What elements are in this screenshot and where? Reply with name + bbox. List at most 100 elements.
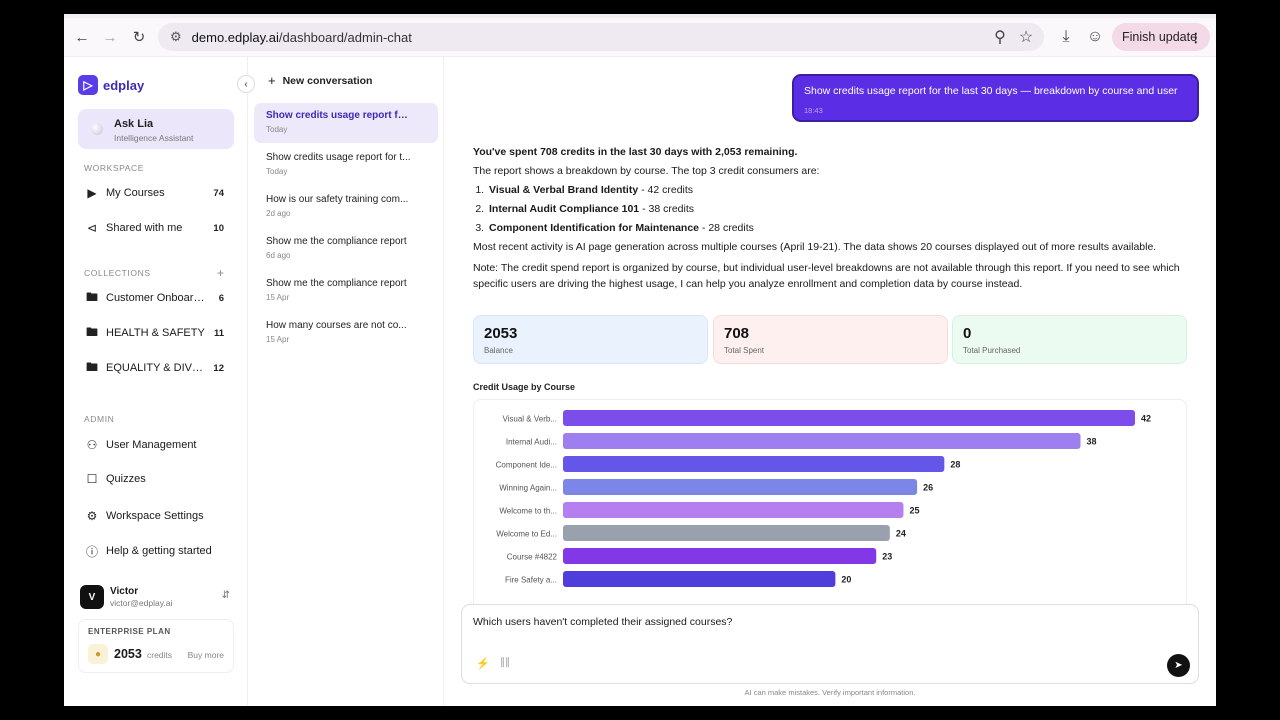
gear-icon: ⚙: [86, 509, 98, 523]
chart-bar[interactable]: [563, 433, 1081, 449]
bolt-icon[interactable]: ⚡: [476, 657, 490, 670]
address-bar[interactable]: ⚙ demo.edplay.ai/dashboard/admin-chat: [158, 23, 1044, 51]
profile-icon[interactable]: ☺: [1081, 23, 1109, 51]
conversation-title: Show credits usage report for t...: [266, 152, 411, 163]
users-icon: ⚇: [86, 438, 98, 452]
new-conversation-button[interactable]: + New conversation: [268, 73, 372, 88]
collections-section-label: COLLECTIONS: [84, 268, 151, 278]
conversation-title: How is our safety training com...: [266, 194, 409, 205]
logo-mark-icon: ▷: [78, 75, 98, 95]
sidebar-item-quizzes[interactable]: ☐ Quizzes: [84, 468, 224, 490]
user-name: Victor: [110, 586, 139, 597]
course-name: Visual & Verbal Brand Identity: [489, 184, 639, 196]
chart-bar[interactable]: [563, 502, 904, 518]
assistant-subtitle: Intelligence Assistant: [114, 133, 194, 143]
more-menu-icon[interactable]: ⋮: [1190, 30, 1203, 45]
url-host: demo.edplay.ai: [191, 29, 279, 45]
sidebar: ▷ edplay Ask Lia Intelligence Assistant …: [64, 57, 248, 706]
sidebar-item-label: Help & getting started: [106, 545, 212, 557]
answer-note: Note: The credit spend report is organiz…: [473, 262, 1180, 290]
chart-bar[interactable]: [563, 525, 890, 541]
folder-icon: 🖿: [85, 324, 98, 339]
chevron-updown-icon: ⇵: [221, 590, 230, 601]
sidebar-item-workspace-settings[interactable]: ⚙ Workspace Settings: [84, 505, 224, 527]
url-path: /dashboard/admin-chat: [278, 29, 412, 45]
collection-item[interactable]: 🖿 EQUALITY & DIVE... 12: [84, 357, 224, 379]
site-settings-icon[interactable]: ⚙: [170, 29, 182, 45]
download-icon[interactable]: ⤓: [1052, 23, 1080, 51]
finish-update-button[interactable]: Finish update ⋮: [1112, 23, 1210, 51]
ai-disclaimer: AI can make mistakes. Verify important i…: [744, 688, 916, 697]
send-button[interactable]: ➤: [1167, 654, 1190, 677]
chart-bar[interactable]: [563, 456, 945, 472]
conversation-item[interactable]: How many courses are not co... 15 Apr: [254, 313, 438, 353]
course-name: Internal Audit Compliance 101: [489, 203, 640, 215]
buy-more-link[interactable]: Buy more: [188, 650, 224, 660]
stat-label: Total Purchased: [963, 346, 1021, 355]
conversation-title: Show credits usage report for ...: [266, 110, 412, 121]
chart-value-label: 20: [841, 575, 851, 585]
ask-lia-button[interactable]: Ask Lia Intelligence Assistant: [78, 109, 234, 149]
chart-value-label: 26: [923, 483, 933, 493]
chart-value-label: 25: [909, 506, 919, 516]
list-item: Component Identification for Maintenance…: [487, 222, 1183, 235]
collapse-sidebar-icon[interactable]: ‹: [237, 75, 255, 93]
course-name: Component Identification for Maintenance: [489, 222, 700, 234]
user-message-bubble: Show credits usage report for the last 3…: [792, 74, 1199, 122]
plan-credits-unit: credits: [147, 650, 173, 660]
brand-logo[interactable]: ▷ edplay: [78, 75, 144, 95]
plan-card: ENTERPRISE PLAN ● 2053 credits Buy more: [78, 619, 234, 673]
new-conversation-label: New conversation: [282, 74, 373, 87]
chart-bar[interactable]: [563, 479, 918, 495]
brand-name: edplay: [103, 77, 145, 93]
browser-toolbar: ← → ↻ ⚙ demo.edplay.ai/dashboard/admin-c…: [64, 18, 1216, 56]
chart-bar[interactable]: [563, 571, 836, 587]
sidebar-item-help[interactable]: ⓘ Help & getting started: [84, 540, 224, 562]
reload-icon[interactable]: ↻: [125, 23, 153, 51]
collection-count: 12: [213, 362, 224, 374]
add-collection-icon[interactable]: +: [217, 266, 224, 280]
user-menu[interactable]: V Victor victor@edplay.ai ⇵: [78, 583, 234, 613]
top-consumers-list: Visual & Verbal Brand Identity - 42 cred…: [487, 184, 1183, 235]
collection-item[interactable]: 🖿 Customer Onboard... 6: [84, 287, 224, 309]
voice-wave-icon[interactable]: ∥∥: [500, 657, 510, 668]
sidebar-item-label: Workspace Settings: [106, 510, 204, 522]
conversation-item[interactable]: Show credits usage report for t... Today: [254, 145, 438, 185]
conversation-date: 15 Apr: [266, 293, 290, 302]
chart-bar[interactable]: [563, 548, 877, 564]
bookmark-star-icon[interactable]: ☆: [1012, 23, 1040, 51]
sidebar-item-user-management[interactable]: ⚇ User Management: [84, 434, 224, 456]
sidebar-item-label: Quizzes: [106, 473, 146, 485]
user-message-time: 18:43: [804, 106, 823, 115]
stat-card-purchased: 0 Total Purchased: [952, 315, 1187, 364]
sidebar-item-count: 74: [213, 187, 224, 199]
course-credits: - 28 credits: [699, 222, 754, 234]
folder-icon: 🖿: [85, 359, 98, 374]
message-input[interactable]: Which users haven't completed their assi…: [473, 616, 732, 628]
conversation-item[interactable]: Show me the compliance report 15 Apr: [254, 271, 438, 311]
stat-value: 0: [963, 325, 972, 342]
finish-update-label: Finish update: [1122, 30, 1198, 44]
sidebar-item-shared[interactable]: ⊲ Shared with me 10: [84, 217, 224, 239]
back-icon[interactable]: ←: [68, 23, 96, 51]
chart-category-label: Course #4822: [507, 553, 558, 562]
collection-label: HEALTH & SAFETY: [106, 327, 205, 339]
conversation-title: Show me the compliance report: [266, 236, 407, 247]
message-composer[interactable]: Which users haven't completed their assi…: [461, 604, 1199, 684]
conversation-item[interactable]: Show credits usage report for ... Today: [254, 103, 438, 143]
play-square-icon: ▶: [87, 186, 97, 200]
chart-bar[interactable]: [563, 410, 1135, 426]
chart-value-label: 24: [896, 529, 906, 539]
folder-icon: 🖿: [85, 289, 98, 304]
collection-label: Customer Onboard...: [106, 292, 206, 304]
stat-card-balance: 2053 Balance: [473, 315, 708, 364]
sidebar-item-my-courses[interactable]: ▶ My Courses 74: [84, 182, 224, 204]
conversation-item[interactable]: How is our safety training com... 2d ago: [254, 187, 438, 227]
forward-icon[interactable]: →: [96, 23, 124, 51]
collection-item[interactable]: 🖿 HEALTH & SAFETY 11: [84, 322, 224, 344]
answer-intro: The report shows a breakdown by course. …: [473, 165, 820, 177]
plus-icon: +: [268, 73, 276, 88]
conversation-item[interactable]: Show me the compliance report 6d ago: [254, 229, 438, 269]
admin-section-label: ADMIN: [84, 414, 115, 424]
zoom-icon[interactable]: ⚲: [986, 23, 1014, 51]
